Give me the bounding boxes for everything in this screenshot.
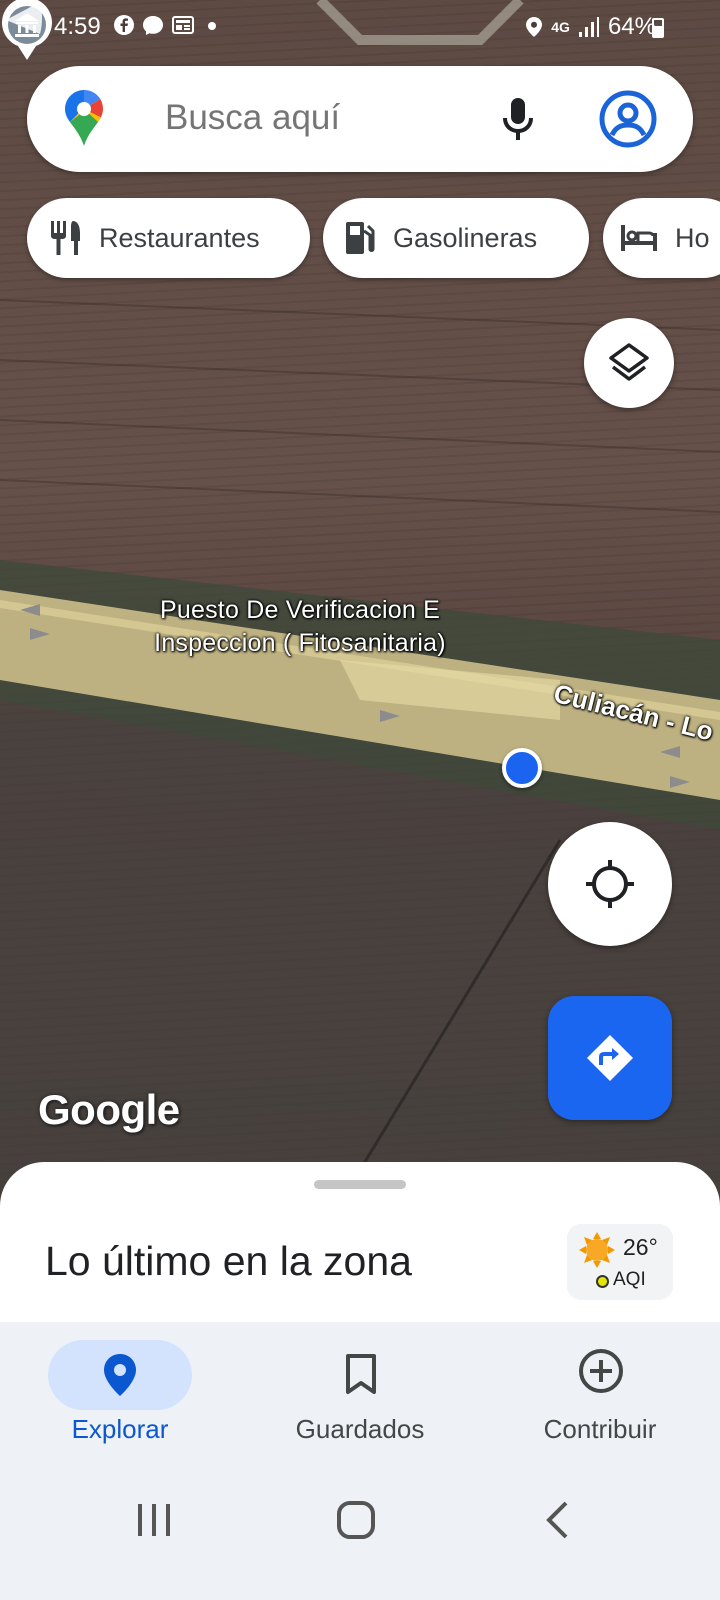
account-icon[interactable] xyxy=(599,90,657,148)
system-navigation-bar xyxy=(0,1470,720,1600)
dot-icon xyxy=(208,22,216,30)
search-bar[interactable] xyxy=(27,66,693,172)
directions-button[interactable] xyxy=(548,996,672,1120)
layers-icon xyxy=(609,343,649,381)
aqi-indicator-icon xyxy=(596,1275,609,1288)
restaurant-icon xyxy=(51,221,80,255)
battery-icon xyxy=(652,18,664,38)
chip-restaurants[interactable]: Restaurantes xyxy=(27,198,310,278)
search-input[interactable] xyxy=(165,98,616,138)
google-watermark: Google xyxy=(38,1086,180,1133)
chip-label: Ho xyxy=(675,222,710,253)
nav-label: Explorar xyxy=(71,1414,169,1444)
bookmark-icon xyxy=(346,1354,376,1394)
nav-contribute[interactable]: Contribuir xyxy=(480,1322,720,1470)
layers-button[interactable] xyxy=(584,318,674,408)
facebook-icon xyxy=(114,15,134,35)
nav-saved[interactable]: Guardados xyxy=(240,1322,480,1470)
weather-card[interactable]: 26° AQI xyxy=(567,1224,673,1300)
sheet-title: Lo último en la zona xyxy=(45,1238,412,1284)
network-type: 4G xyxy=(551,19,570,35)
chip-label: Restaurantes xyxy=(99,222,260,253)
weather-temperature: 26° xyxy=(623,1234,658,1260)
battery-percent: 64% xyxy=(607,13,656,40)
recenter-button[interactable] xyxy=(548,822,672,946)
nav-label: Guardados xyxy=(295,1414,425,1444)
mic-icon[interactable] xyxy=(501,96,535,144)
poi-label-line2: Inspeccion ( Fitosanitaria) xyxy=(154,629,446,657)
poi-label[interactable]: Puesto De Verificacion E Inspeccion ( Fi… xyxy=(110,594,490,660)
recent-apps-icon[interactable] xyxy=(136,1500,172,1540)
aqi-label: AQI xyxy=(613,1269,646,1290)
gas-station-icon xyxy=(346,222,375,254)
bottom-navigation: Explorar Guardados Contribuir xyxy=(0,1322,720,1470)
maps-logo-icon xyxy=(65,90,103,146)
news-icon xyxy=(172,16,194,34)
poi-label-line1: Puesto De Verificacion E xyxy=(160,596,440,624)
sheet-drag-handle[interactable] xyxy=(314,1180,406,1189)
status-bar: 4:59 4G 64% xyxy=(0,0,720,54)
directions-icon xyxy=(587,1035,633,1081)
nav-label: Contribuir xyxy=(543,1414,657,1444)
nav-explore[interactable]: Explorar xyxy=(0,1322,240,1470)
signal-icon xyxy=(578,17,599,37)
chip-hotels[interactable]: Ho xyxy=(603,198,720,278)
current-location-dot xyxy=(502,748,542,788)
messenger-icon xyxy=(143,16,163,35)
hotel-icon xyxy=(621,225,657,251)
back-icon[interactable] xyxy=(544,1500,570,1540)
explore-pin-icon xyxy=(104,1354,136,1396)
chip-label: Gasolineras xyxy=(393,222,538,253)
bottom-sheet[interactable]: Lo último en la zona 26° AQI xyxy=(0,1162,720,1322)
chip-gas-stations[interactable]: Gasolineras xyxy=(323,198,589,278)
my-location-icon xyxy=(586,860,634,908)
location-icon xyxy=(526,17,543,37)
sun-icon xyxy=(579,1232,615,1268)
add-circle-icon xyxy=(579,1349,623,1393)
home-icon[interactable] xyxy=(336,1500,376,1540)
status-time: 4:59 xyxy=(54,13,101,40)
